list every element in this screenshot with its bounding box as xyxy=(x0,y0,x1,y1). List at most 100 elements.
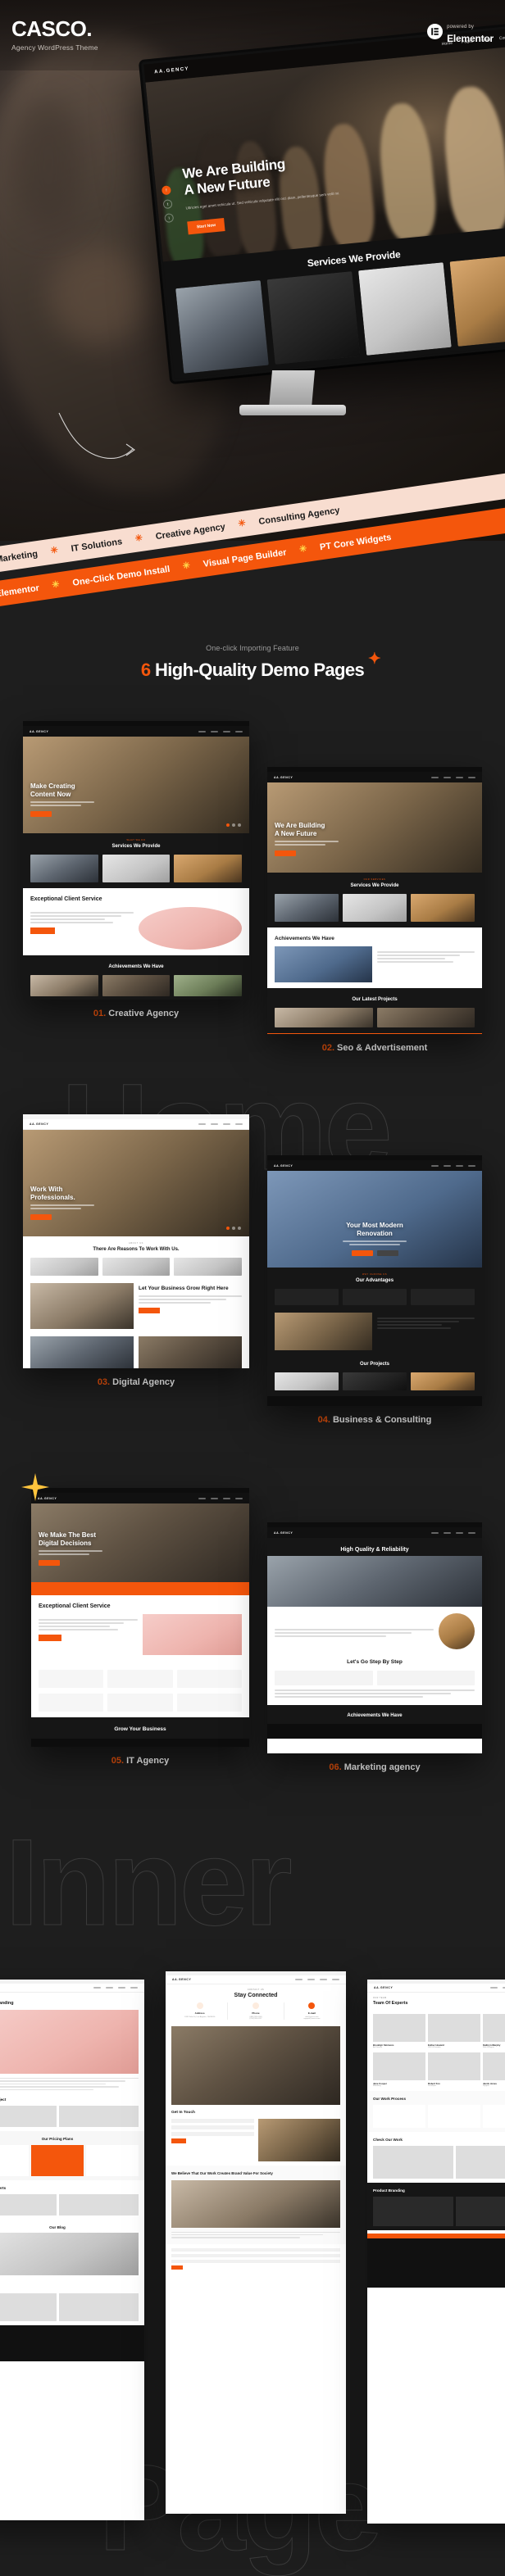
demo-section-title: Services We Provide xyxy=(350,883,399,888)
feature-ribbons: ✳ Marketing ✳ IT Solutions ✳ Creative Ag… xyxy=(0,469,505,610)
demo-number: 04. xyxy=(317,1415,330,1425)
demo-name: Creative Agency xyxy=(106,1009,180,1018)
demo-card-05[interactable]: AA.GENCY We Make The Best Digital Decisio… xyxy=(31,1488,249,1766)
ribbon-item: PT Core Widgets xyxy=(319,532,393,552)
section-eyebrow: One-click Importing Feature xyxy=(206,644,299,652)
demo-screenshot[interactable]: AA.GENCY We Are Building A New Future OUR… xyxy=(267,767,482,1034)
ribbon-item: Consulting Agency xyxy=(257,505,341,527)
demo-screenshot[interactable]: AA.GENCY Work With Professionals. ABOUT U… xyxy=(23,1114,249,1368)
facebook-icon: f xyxy=(161,185,171,196)
inner-section-title: We Believe That Our Work Creates Brand V… xyxy=(171,2171,273,2175)
demo-section-title: There Are Reasons To Work With Us. xyxy=(93,1247,180,1252)
demo-section-title: Our Advantages xyxy=(355,1278,394,1283)
demo-cta xyxy=(30,811,52,817)
demo-name: IT Agency xyxy=(124,1756,170,1766)
inner-page-screenshot-2[interactable]: AA.GENCY CONTACT US Stay Connected Addre… xyxy=(166,1971,346,2514)
demo-headline: Your Most Modern Renovation xyxy=(346,1222,403,1237)
hero-bokeh xyxy=(49,246,148,344)
monitor-service-card xyxy=(175,280,269,374)
demo-section-title: Let's Go Step By Step xyxy=(347,1659,403,1665)
hero-monitor-mockup: AA.GENCY Home Pages Blog Contact f t i W… xyxy=(141,25,505,383)
demo-screenshot[interactable]: AA.GENCY Make Creating Content Now WHAT W… xyxy=(23,721,249,1000)
inner-title: Team Of Experts xyxy=(373,2001,408,2006)
demo-name: Seo & Advertisement xyxy=(334,1043,428,1053)
inner-page-screenshot-1[interactable]: OUR SERVICES Product Branding Our Best P… xyxy=(0,1980,144,2520)
demo-eyebrow: OUR SERVICES xyxy=(363,878,386,881)
demo-label-03: 03. Digital Agency xyxy=(23,1377,249,1387)
monitor-service-card xyxy=(449,253,505,347)
brand-block: CASCO. Agency WordPress Theme xyxy=(11,18,98,52)
demo-card-06[interactable]: AA.GENCY High Quality & Reliability Let'… xyxy=(267,1522,482,1772)
monitor-site-logo: AA.GENCY xyxy=(154,66,190,75)
inner-section-title: Our Best Project xyxy=(0,2097,7,2102)
star-icon: ✳ xyxy=(51,579,61,591)
demo-section-title: Our Latest Projects xyxy=(352,997,398,1002)
landing-page: CASCO. Agency WordPress Theme powered by… xyxy=(0,0,505,2576)
demo-section-title: Our Projects xyxy=(359,1362,389,1367)
contact-address-label: Address xyxy=(194,2011,205,2015)
monitor-stand-neck xyxy=(268,370,316,408)
demo-number: 02. xyxy=(321,1043,334,1053)
contact-phone-label: Phone xyxy=(252,2011,260,2015)
inner-section-title: Recent Posts xyxy=(0,2285,139,2289)
contact-email-label: E-mail xyxy=(307,2011,316,2015)
ribbon-item: IT Solutions xyxy=(70,536,123,554)
inner-page-screenshot-3[interactable]: AA.GENCY OUR TEAM Team Of Experts Brookl… xyxy=(367,1980,505,2524)
inner-section-title: Our Work Process xyxy=(373,2097,406,2101)
ribbon-item: Elementor xyxy=(0,583,40,599)
demo-label-01: 01. Creative Agency xyxy=(23,1009,249,1018)
twitter-icon: t xyxy=(162,199,173,210)
star-icon: ✳ xyxy=(134,533,143,544)
sparkle-star-icon xyxy=(21,1473,49,1501)
submit-button[interactable] xyxy=(171,2265,183,2270)
monitor-nav-item: Contact xyxy=(498,34,505,42)
demo-section-header: One-click Importing Feature 6 High-Quali… xyxy=(0,644,505,681)
demo-headline: We Make The Best Digital Decisions xyxy=(39,1531,97,1547)
powered-by-label: powered by xyxy=(447,25,475,29)
inner-section-title: Check Our Work xyxy=(373,2138,403,2142)
star-icon: ✳ xyxy=(49,545,59,556)
inner-pages-section: OUR SERVICES Product Branding Our Best P… xyxy=(0,1884,505,2576)
star-icon: ✳ xyxy=(298,543,308,555)
demo-count: 6 xyxy=(140,660,151,680)
monitor-service-card xyxy=(266,271,361,365)
brand-tagline: Agency WordPress Theme xyxy=(11,43,98,52)
demo-label-05: 05. IT Agency xyxy=(31,1756,249,1766)
demo-label-04: 04. Business & Consulting xyxy=(267,1415,482,1425)
inner-form-title: Get In Touch xyxy=(171,2111,195,2115)
demo-screenshot[interactable]: AA.GENCY Your Most Modern Renovation WHY … xyxy=(267,1155,482,1406)
demo-card-04[interactable]: AA.GENCY Your Most Modern Renovation WHY … xyxy=(267,1155,482,1425)
demo-screenshot[interactable]: AA.GENCY We Make The Best Digital Decisio… xyxy=(31,1488,249,1747)
section-title-rest: High-Quality Demo Pages xyxy=(150,660,365,680)
demo-section-title: Exceptional Client Service xyxy=(39,1603,111,1609)
hero-section: CASCO. Agency WordPress Theme powered by… xyxy=(0,0,505,541)
demo-screenshot[interactable]: AA.GENCY High Quality & Reliability Let'… xyxy=(267,1522,482,1753)
inner-eyebrow: OUR TEAM xyxy=(373,1997,387,1999)
ribbon-item: Creative Agency xyxy=(154,521,226,542)
demo-number: 03. xyxy=(97,1377,111,1387)
demo-cta xyxy=(275,850,296,856)
inner-eyebrow: OUR SERVICES xyxy=(0,1997,139,1999)
demo-section-title: Achievements We Have xyxy=(108,964,164,969)
demo-card-03[interactable]: AA.GENCY Work With Professionals. ABOUT U… xyxy=(23,1114,249,1387)
monitor-service-card xyxy=(358,262,452,356)
elementor-icon xyxy=(427,24,444,40)
hero-bokeh xyxy=(11,98,85,229)
inner-section-title: Our Pricing Plans xyxy=(41,2136,74,2141)
demo-number: 05. xyxy=(111,1756,125,1766)
demo-cta xyxy=(351,1250,373,1256)
ribbon-item: One-Click Demo Install xyxy=(71,564,171,588)
demo-eyebrow: WHAT WE DO xyxy=(126,839,146,841)
decorative-swirl-arrow xyxy=(58,412,135,460)
demo-headline: We Are Building A New Future xyxy=(275,822,325,837)
demo-name: Digital Agency xyxy=(110,1377,175,1387)
demo-cta xyxy=(30,1214,52,1220)
demo-card-02[interactable]: AA.GENCY We Are Building A New Future OUR… xyxy=(267,767,482,1053)
submit-button[interactable] xyxy=(171,2138,186,2143)
demo-number: 01. xyxy=(93,1009,107,1018)
demo-card-01[interactable]: AA.GENCY Make Creating Content Now WHAT W… xyxy=(23,721,249,1018)
demo-section-title: Exceptional Client Service xyxy=(30,896,102,902)
elementor-label: Elementor xyxy=(447,32,494,44)
demo-label-02: 02. Seo & Advertisement xyxy=(267,1043,482,1053)
demo-cta xyxy=(39,1560,60,1566)
